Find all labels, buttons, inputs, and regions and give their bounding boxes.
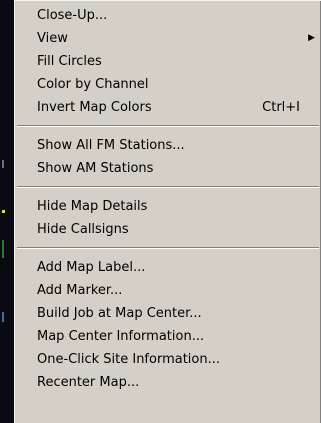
menu-item-add-marker[interactable]: Add Marker... xyxy=(15,279,321,302)
menu-item-label: Fill Circles xyxy=(37,54,102,69)
menu-item-one-click-site-information[interactable]: One-Click Site Information... xyxy=(15,348,321,371)
menu-item-build-job-at-map-center[interactable]: Build Job at Map Center... xyxy=(15,302,321,325)
menu-item-map-center-information[interactable]: Map Center Information... xyxy=(15,325,321,348)
menu-item-view[interactable]: View ▶ xyxy=(15,27,321,50)
menu-item-label: Add Map Label... xyxy=(37,260,146,275)
menu-item-label: Invert Map Colors xyxy=(37,100,152,115)
menu-item-fill-circles[interactable]: Fill Circles xyxy=(15,50,321,73)
map-fragment xyxy=(2,160,4,168)
menu-item-show-all-fm-stations[interactable]: Show All FM Stations... xyxy=(15,134,321,157)
menu-item-recenter-map[interactable]: Recenter Map... xyxy=(15,371,321,394)
menu-item-add-map-label[interactable]: Add Map Label... xyxy=(15,256,321,279)
menu-item-hide-map-details[interactable]: Hide Map Details xyxy=(15,195,321,218)
menu-item-label: Build Job at Map Center... xyxy=(37,306,202,321)
menu-separator xyxy=(17,186,319,188)
map-fragment xyxy=(2,210,5,213)
menu-item-label: Show All FM Stations... xyxy=(37,138,185,153)
menu-item-label: Map Center Information... xyxy=(37,329,205,344)
submenu-arrow-icon: ▶ xyxy=(308,33,315,43)
menu-item-label: Add Marker... xyxy=(37,283,123,298)
map-fragment xyxy=(2,240,4,258)
menu-item-label: One-Click Site Information... xyxy=(37,352,221,367)
menu-item-label: Recenter Map... xyxy=(37,375,140,390)
shortcut-label: Ctrl+I xyxy=(262,100,300,115)
map-fragment xyxy=(2,312,4,322)
map-context-menu: Close-Up... View ▶ Fill Circles Color by… xyxy=(14,0,321,423)
menu-item-invert-map-colors[interactable]: Invert Map Colors Ctrl+I xyxy=(15,96,321,119)
menu-item-label: Color by Channel xyxy=(37,77,149,92)
menu-item-label: Close-Up... xyxy=(37,8,108,23)
menu-separator xyxy=(17,125,319,127)
menu-item-hide-callsigns[interactable]: Hide Callsigns xyxy=(15,218,321,241)
menu-item-label: Hide Map Details xyxy=(37,199,148,214)
menu-item-label: View xyxy=(37,31,68,46)
menu-item-color-by-channel[interactable]: Color by Channel xyxy=(15,73,321,96)
menu-item-show-am-stations[interactable]: Show AM Stations xyxy=(15,157,321,180)
menu-item-close-up[interactable]: Close-Up... xyxy=(15,4,321,27)
menu-item-label: Hide Callsigns xyxy=(37,222,129,237)
menu-separator xyxy=(17,247,319,249)
menu-item-label: Show AM Stations xyxy=(37,161,154,176)
